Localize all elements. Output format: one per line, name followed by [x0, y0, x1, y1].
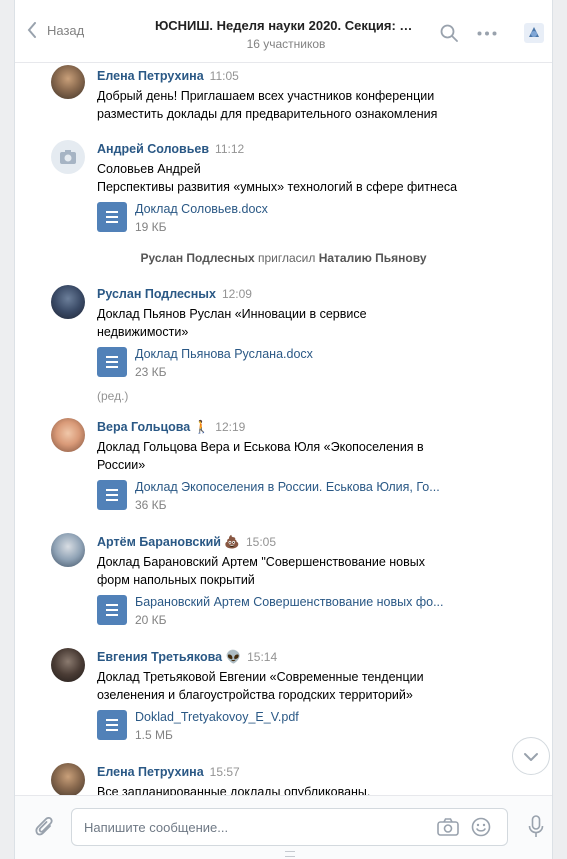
message-composer [15, 795, 552, 859]
author-name[interactable]: Вера Гольцова 🚶 [97, 420, 209, 434]
text-line: Доклад Пьянов Руслан «Инновации в сервис… [97, 307, 367, 321]
avatar[interactable] [51, 140, 85, 174]
document-size: 20 КБ [135, 613, 167, 627]
author-name[interactable]: Евгения Третьякова 👽 [97, 650, 241, 664]
text-line: России» [97, 458, 146, 472]
message-time[interactable]: 11:12 [215, 142, 244, 156]
document-icon [97, 710, 127, 740]
message-text: Доклад Третьяковой Евгении «Современные … [97, 668, 538, 704]
avatar[interactable] [51, 533, 85, 567]
camera-icon [60, 150, 76, 164]
text-line: Перспективы развития «умных» технологий … [97, 180, 458, 194]
chevron-left-icon [27, 22, 36, 38]
message-text: Соловьев Андрей Перспективы развития «ум… [97, 160, 538, 196]
avatar[interactable] [51, 418, 85, 452]
message-list[interactable]: Елена Петрухина 11:05 Добрый день! Пригла… [15, 63, 552, 795]
service-target[interactable]: Наталию Пьянову [319, 251, 427, 265]
chat-header: Назад ЮСНИШ. Неделя науки 2020. Секция: … [15, 0, 552, 63]
emoji-icon[interactable] [471, 817, 491, 837]
author-name[interactable]: Артём Барановский 💩 [97, 535, 240, 549]
author-name[interactable]: Елена Петрухина [97, 765, 204, 779]
document-name[interactable]: Doklad_Tretyakovoy_E_V.pdf [135, 710, 299, 724]
document-attachment[interactable]: Доклад Экопоселения в России. Еськова Юл… [97, 478, 538, 514]
message-text: Доклад Барановский Артем "Совершенствова… [97, 553, 538, 589]
document-icon [97, 202, 127, 232]
text-line: Соловьев Андрей [97, 162, 201, 176]
avatar[interactable] [51, 648, 85, 682]
message-text: Добрый день! Приглашаем всех участников … [97, 87, 538, 123]
paperclip-icon[interactable] [35, 817, 55, 839]
service-actor[interactable]: Руслан Подлесных [140, 251, 254, 265]
chat-title: ЮСНИШ. Неделя науки 2020. Секция: «... [155, 18, 417, 33]
document-name[interactable]: Доклад Пьянова Руслана.docx [135, 347, 313, 361]
text-line: недвижимости» [97, 325, 189, 339]
camera-icon[interactable] [437, 818, 459, 836]
message-time[interactable]: 11:05 [210, 69, 239, 83]
text-line: Доклад Третьяковой Евгении «Современные … [97, 670, 424, 684]
author-name[interactable]: Елена Петрухина [97, 69, 204, 83]
avatar[interactable] [51, 763, 85, 795]
document-name[interactable]: Доклад Соловьев.docx [135, 202, 268, 216]
text-line: Доклад Барановский Артем "Совершенствова… [97, 555, 425, 569]
scroll-down-button[interactable] [512, 737, 550, 775]
more-icon[interactable] [477, 31, 497, 36]
text-line: Добрый день! Приглашаем всех участников … [97, 89, 435, 103]
chat-window: Назад ЮСНИШ. Неделя науки 2020. Секция: … [14, 0, 553, 859]
message-time[interactable]: 15:14 [247, 650, 277, 664]
document-size: 36 КБ [135, 498, 167, 512]
search-icon[interactable] [440, 24, 458, 42]
document-size: 23 КБ [135, 365, 167, 379]
participants-count: 16 участников [246, 37, 326, 51]
chat-avatar-icon[interactable] [523, 22, 545, 44]
message-time[interactable]: 15:57 [210, 765, 240, 779]
document-icon [97, 595, 127, 625]
document-attachment[interactable]: Барановский Артем Совершенствование новы… [97, 593, 538, 629]
edited-label[interactable]: (ред.) [97, 389, 538, 403]
message-text: Доклад Пьянов Руслан «Инновации в сервис… [97, 305, 538, 341]
document-name[interactable]: Барановский Артем Совершенствование новы… [135, 595, 444, 609]
chevron-down-icon [524, 753, 538, 761]
back-button[interactable]: Назад [27, 22, 84, 38]
back-label: Назад [47, 22, 85, 38]
document-icon [97, 480, 127, 510]
document-attachment[interactable]: Doklad_Tretyakovoy_E_V.pdf 1.5 МБ [97, 708, 538, 744]
resize-handle[interactable] [285, 851, 295, 857]
message-time[interactable]: 12:09 [222, 287, 252, 301]
author-name[interactable]: Руслан Подлесных [97, 287, 216, 301]
document-attachment[interactable]: Доклад Соловьев.docx 19 КБ [97, 200, 538, 236]
avatar[interactable] [51, 65, 85, 99]
avatar[interactable] [51, 285, 85, 319]
document-size: 1.5 МБ [135, 728, 173, 742]
microphone-icon[interactable] [528, 815, 544, 839]
message-text: Все запланированные доклады опубликованы… [97, 783, 538, 795]
service-message: Руслан Подлесных пригласил Наталию Пьяно… [15, 251, 552, 265]
document-attachment[interactable]: Доклад Пьянова Руслана.docx 23 КБ [97, 345, 538, 381]
document-icon [97, 347, 127, 377]
document-name[interactable]: Доклад Экопоселения в России. Еськова Юл… [135, 480, 440, 494]
service-action: пригласил [257, 251, 316, 265]
text-line: озеленения и благоустройства городских т… [97, 688, 413, 702]
text-line: Доклад Гольцова Вера и Еськова Юля «Экоп… [97, 440, 424, 454]
document-size: 19 КБ [135, 220, 167, 234]
message-text: Доклад Гольцова Вера и Еськова Юля «Экоп… [97, 438, 538, 474]
message-time[interactable]: 12:19 [215, 420, 245, 434]
chat-title-block[interactable]: ЮСНИШ. Неделя науки 2020. Секция: «... 1… [155, 18, 417, 51]
text-line: форм напольных покрытий [97, 573, 255, 587]
text-line: Все запланированные доклады опубликованы… [97, 785, 371, 795]
author-name[interactable]: Андрей Соловьев [97, 142, 209, 156]
message-time[interactable]: 15:05 [246, 535, 276, 549]
text-line: разместить доклады для предварительного … [97, 107, 438, 121]
